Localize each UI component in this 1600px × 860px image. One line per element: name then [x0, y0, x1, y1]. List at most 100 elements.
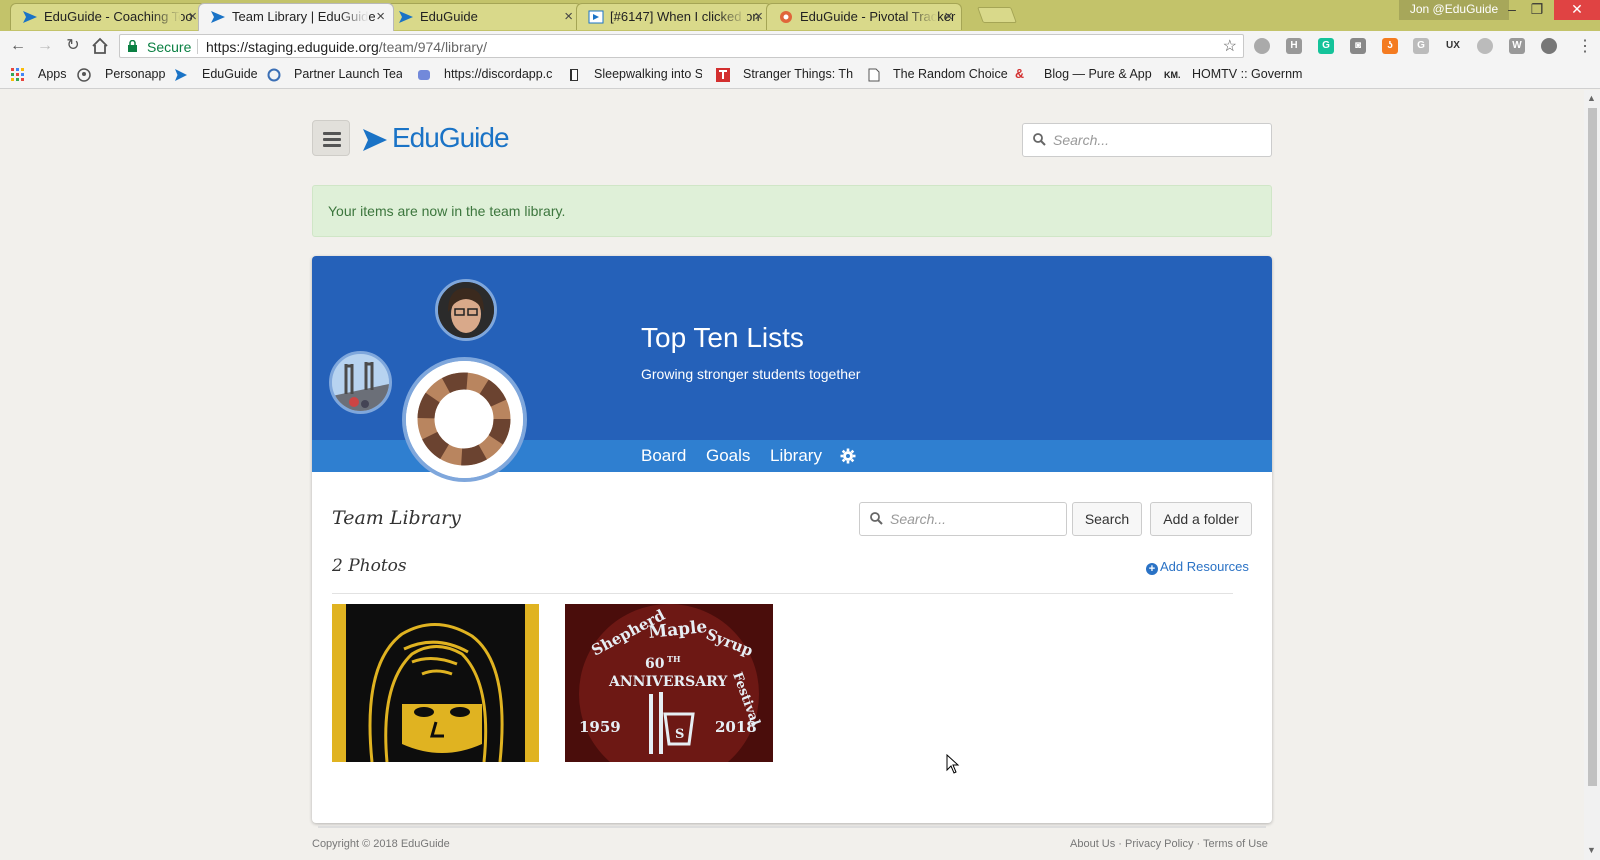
reload-icon[interactable]: ↻	[63, 36, 83, 56]
homtv-icon: KM.	[1164, 70, 1181, 80]
site-search[interactable]	[1022, 123, 1272, 157]
scroll-down-icon[interactable]: ▼	[1587, 845, 1596, 855]
bookmark-blog[interactable]: Blog — Pure & Appl	[1044, 67, 1152, 81]
svg-text:1959: 1959	[579, 718, 621, 736]
address-bar[interactable]: Secure https://staging.eduguide.org/team…	[119, 34, 1244, 58]
page-scrollbar[interactable]: ▲ ▼	[1584, 90, 1600, 860]
photo-thumbnail[interactable]: Shepherd Maple Syrup Festival 60 TH ANNI…	[565, 604, 773, 762]
g-extension-icon[interactable]: G	[1413, 38, 1429, 54]
page-icon	[868, 68, 880, 82]
svg-text:ANNIVERSARY: ANNIVERSARY	[608, 674, 728, 690]
browser-menu-icon[interactable]: ⋮	[1577, 36, 1593, 56]
globe-extension-icon[interactable]	[1254, 38, 1270, 54]
url-host: https://staging.eduguide.org	[206, 39, 379, 55]
library-search-input[interactable]	[890, 503, 1090, 535]
bookmark-random-choice[interactable]: The Random Choice	[893, 67, 1008, 81]
team-tagline: Growing stronger students together	[641, 366, 861, 382]
bookmark-star-icon[interactable]: ☆	[1223, 36, 1237, 56]
eduguide-favicon-icon	[211, 11, 225, 23]
rss-extension-icon[interactable]: ʖ	[1382, 38, 1398, 54]
bookmarks-bar: Apps Personapp EduGuide Partner Launch T…	[0, 61, 1600, 89]
window-close-icon[interactable]: ✕	[1554, 0, 1600, 20]
search-icon	[870, 512, 883, 525]
browser-tab-active[interactable]: Team Library | EduGuide ×	[198, 3, 394, 31]
forward-icon[interactable]: →	[35, 36, 55, 56]
bookmark-personapp[interactable]: Personapp	[105, 67, 165, 81]
bookmark-apps[interactable]: Apps	[38, 67, 67, 81]
menu-toggle-button[interactable]	[312, 120, 350, 156]
browser-tab[interactable]: EduGuide - Pivotal Tracker ×	[766, 3, 962, 30]
browser-tab[interactable]: [#6147] When I clicked on ×	[576, 3, 772, 30]
team-avatar[interactable]	[402, 357, 527, 482]
book-icon	[570, 69, 578, 81]
maple-syrup-festival-photo: Shepherd Maple Syrup Festival 60 TH ANNI…	[565, 604, 773, 762]
gear-icon[interactable]	[840, 448, 856, 464]
search-button[interactable]: Search	[1072, 502, 1142, 536]
member-avatar[interactable]	[329, 351, 392, 414]
tab-library[interactable]: Library	[770, 446, 822, 466]
bookmark-eduguide[interactable]: EduGuide	[202, 67, 258, 81]
tab-board[interactable]: Board	[641, 446, 686, 466]
member-photo	[332, 354, 389, 411]
profile-badge[interactable]: Jon @EduGuide	[1399, 0, 1509, 20]
secure-label: Secure	[147, 39, 192, 55]
back-icon[interactable]: ←	[8, 36, 28, 56]
hands-circle-photo	[406, 361, 523, 478]
h-extension-icon[interactable]: H	[1286, 38, 1302, 54]
lock-icon	[128, 40, 137, 52]
personapp-icon	[77, 68, 91, 82]
browser-toolbar: ← → ↻ Secure https://staging.eduguide.or…	[0, 31, 1600, 61]
grammarly-extension-icon[interactable]: G	[1318, 38, 1334, 54]
photos-heading: 2 Photos	[332, 556, 407, 576]
member-photo	[438, 282, 494, 338]
url-path: /team/974/library/	[378, 39, 487, 55]
success-alert: Your items are now in the team library.	[312, 185, 1272, 237]
add-folder-button[interactable]: Add a folder	[1150, 502, 1252, 536]
restore-icon[interactable]: ❐	[1520, 0, 1554, 20]
library-search[interactable]	[859, 502, 1090, 536]
photo-thumbnail[interactable]	[332, 604, 539, 762]
footer-copyright: Copyright © 2018 EduGuide	[312, 838, 450, 850]
scrollbar-thumb[interactable]	[1588, 108, 1597, 786]
site-search-input[interactable]	[1053, 124, 1253, 156]
tab-close-icon[interactable]: ×	[754, 4, 763, 30]
circle-extension-icon[interactable]	[1477, 38, 1493, 54]
bookmark-sleepwalking[interactable]: Sleepwalking into Su	[594, 67, 702, 81]
w-extension-icon[interactable]: W	[1509, 38, 1525, 54]
tab-close-icon[interactable]: ×	[564, 4, 573, 30]
url-text[interactable]: https://staging.eduguide.org/team/974/li…	[206, 39, 487, 55]
add-resources-link[interactable]: + Add Resources	[1146, 559, 1249, 575]
browser-titlebar: EduGuide - Coaching Too × Team Library |…	[0, 0, 1600, 31]
bookmark-homtv[interactable]: HOMTV :: Governme	[1192, 67, 1302, 81]
svg-text:60: 60	[645, 656, 665, 672]
camera-extension-icon[interactable]: ◙	[1350, 38, 1366, 54]
tab-goals[interactable]: Goals	[706, 446, 750, 466]
apps-grid-icon	[11, 68, 24, 81]
tracker-favicon-icon	[588, 10, 604, 24]
t-bookmark-icon	[716, 68, 730, 82]
browser-tab[interactable]: EduGuide - Coaching Too ×	[10, 3, 206, 30]
bookmark-discord[interactable]: https://discordapp.c	[444, 67, 554, 81]
tab-close-icon[interactable]: ×	[944, 4, 953, 30]
partner-bookmark-icon	[267, 68, 281, 82]
member-avatar[interactable]	[435, 279, 497, 341]
bookmark-stranger-things[interactable]: Stranger Things: The	[743, 67, 853, 81]
page-content: EduGuide Your items are now in the team …	[0, 90, 1580, 860]
svg-text:S: S	[675, 727, 684, 742]
face-sketch-photo	[332, 604, 539, 762]
home-icon[interactable]	[91, 37, 109, 55]
team-card: Top Ten Lists Growing stronger students …	[312, 256, 1272, 823]
footer-links[interactable]: About Us · Privacy Policy · Terms of Use	[1070, 838, 1268, 850]
svg-text:2018: 2018	[715, 718, 757, 736]
browser-tab[interactable]: EduGuide ×	[386, 3, 582, 30]
svg-text:TH: TH	[667, 654, 681, 664]
scroll-up-icon[interactable]: ▲	[1587, 93, 1596, 103]
privacy-extension-icon[interactable]	[1541, 38, 1557, 54]
eduguide-favicon-icon	[23, 11, 37, 23]
eduguide-bookmark-icon	[175, 69, 187, 81]
new-tab-button[interactable]	[977, 7, 1017, 23]
bookmark-partner-launch[interactable]: Partner Launch Team	[294, 67, 402, 81]
tab-close-icon[interactable]: ×	[188, 4, 197, 30]
tab-close-icon[interactable]: ×	[376, 4, 385, 30]
ux-extension-icon[interactable]: UX	[1445, 38, 1461, 54]
